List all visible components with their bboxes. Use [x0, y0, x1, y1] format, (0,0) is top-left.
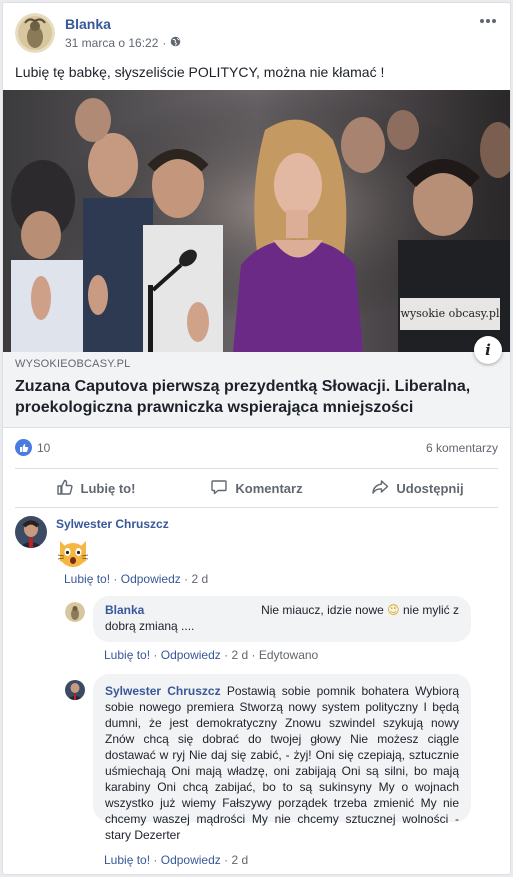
- action-separator: ·: [251, 648, 256, 662]
- post-author[interactable]: Blanka: [65, 16, 111, 32]
- author-avatar[interactable]: [15, 13, 55, 53]
- post-card: Blanka 31 marca o 16:22 · Lubię tę babkę…: [2, 2, 511, 875]
- reply-reply-link[interactable]: Odpowiedz: [161, 853, 221, 867]
- reply-item: Blanka Nie miaucz, idzie nowe 😉 nie myli…: [65, 596, 473, 666]
- info-icon[interactable]: i: [474, 336, 502, 364]
- share-icon: [371, 478, 389, 499]
- comment-item: Sylwester Chruszcz Lubię to! · Odpowiedz…: [15, 515, 495, 586]
- replier-avatar[interactable]: [65, 680, 85, 700]
- action-separator: ·: [184, 572, 189, 586]
- reply-actions: Lubię to! · Odpowiedz · 2 d · Edytowano: [104, 648, 318, 662]
- reply-bubble: Sylwester Chruszcz Postawią sobie pomnik…: [93, 674, 471, 842]
- post-date[interactable]: 31 marca o 16:22: [65, 36, 158, 50]
- edited-label[interactable]: Edytowano: [259, 648, 318, 662]
- action-separator: ·: [224, 853, 229, 867]
- thumbs-up-icon: [56, 478, 74, 499]
- comment-button[interactable]: Komentarz: [176, 469, 337, 507]
- comment-actions: Lubię to! · Odpowiedz · 2 d: [64, 572, 208, 586]
- reply-author[interactable]: Blanka: [105, 602, 144, 618]
- surprised-cat-sticker: [56, 535, 90, 569]
- reply-text: Postawią sobie pomnik bohatera Wybiorą s…: [105, 684, 459, 842]
- comment-author[interactable]: Sylwester Chruszcz: [56, 517, 169, 531]
- action-separator: ·: [153, 648, 158, 662]
- post-actions: Lubię to! Komentarz Udostępnij: [15, 468, 498, 508]
- commenter-avatar[interactable]: [15, 516, 47, 548]
- like-count[interactable]: 10: [37, 441, 50, 455]
- action-separator: ·: [113, 572, 118, 586]
- link-headline[interactable]: Zuzana Caputova pierwszą prezydentką Sło…: [15, 376, 498, 418]
- reply-like-link[interactable]: Lubię to!: [104, 648, 150, 662]
- more-options-icon[interactable]: [478, 15, 498, 27]
- image-watermark: wysokie obcasy.pl: [400, 307, 500, 320]
- wink-emoji-icon: 😉: [387, 603, 400, 617]
- like-button-label: Lubię to!: [80, 480, 136, 496]
- action-separator: ·: [224, 648, 229, 662]
- reply-reply-link[interactable]: Odpowiedz: [161, 648, 221, 662]
- share-button-label: Udostępnij: [396, 480, 464, 496]
- like-button[interactable]: Lubię to!: [15, 469, 176, 507]
- action-separator: ·: [153, 853, 158, 867]
- like-reaction-icon[interactable]: [15, 439, 32, 456]
- reply-text-nie: nie mylić z: [402, 603, 459, 617]
- post-header: Blanka 31 marca o 16:22 ·: [15, 13, 498, 55]
- link-image[interactable]: wysokie obcasy.pl: [3, 90, 510, 352]
- reply-like-link[interactable]: Lubię to!: [104, 853, 150, 867]
- comments-count[interactable]: 6 komentarzy: [426, 441, 498, 455]
- reply-item: Sylwester Chruszcz Postawią sobie pomnik…: [65, 674, 473, 870]
- share-button[interactable]: Udostępnij: [337, 469, 498, 507]
- comment-like-link[interactable]: Lubię to!: [64, 572, 110, 586]
- reply-bubble: Blanka Nie miaucz, idzie nowe 😉 nie myli…: [93, 596, 471, 642]
- reaction-stats: 10 6 komentarzy: [15, 438, 498, 458]
- reply-time[interactable]: 2 d: [231, 853, 248, 867]
- comment-reply-link[interactable]: Odpowiedz: [121, 572, 181, 586]
- reply-text-line2: dobrą zmianą ....: [105, 619, 195, 633]
- link-domain: WYSOKIEOBCASY.PL: [15, 358, 131, 370]
- comment-button-label: Komentarz: [235, 480, 303, 496]
- meta-separator: ·: [162, 36, 167, 50]
- reply-author[interactable]: Sylwester Chruszcz: [105, 684, 221, 698]
- reply-text-start: Nie miaucz, idzie nowe: [261, 603, 384, 617]
- reply-time[interactable]: 2 d: [231, 648, 248, 662]
- replier-avatar[interactable]: [65, 602, 85, 622]
- globe-icon: [170, 36, 181, 50]
- link-preview[interactable]: i WYSOKIEOBCASY.PL Zuzana Caputova pierw…: [3, 336, 510, 428]
- post-meta: 31 marca o 16:22 ·: [65, 36, 181, 50]
- post-text: Lubię tę babkę, słyszeliście POLITYCY, m…: [15, 64, 385, 80]
- reply-actions: Lubię to! · Odpowiedz · 2 d: [104, 853, 248, 867]
- comment-icon: [210, 478, 228, 499]
- reply-text-line1: Nie miaucz, idzie nowe 😉 nie mylić z: [261, 602, 459, 618]
- comment-time[interactable]: 2 d: [191, 572, 208, 586]
